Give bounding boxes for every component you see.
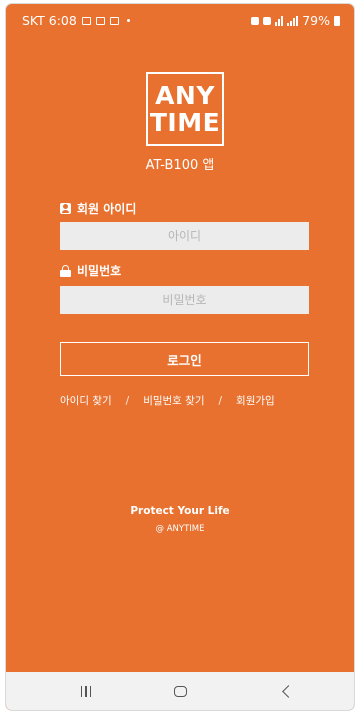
alarm-icon [251, 16, 260, 25]
person-icon [60, 203, 71, 214]
gallery-icon [81, 16, 91, 25]
mail-icon [95, 16, 105, 25]
back-button[interactable] [256, 672, 316, 710]
lock-icon [60, 265, 71, 277]
login-button[interactable]: 로그인 [60, 342, 309, 376]
status-left: SKT 6:08 [22, 13, 130, 28]
find-password-link[interactable]: 비밀번호 찾기 [143, 393, 204, 408]
more-notifications-icon [126, 19, 130, 22]
footer-brand: @ ANYTIME [155, 524, 205, 534]
signal-icon [287, 15, 299, 26]
battery-percent: 79% [302, 13, 330, 28]
id-input[interactable] [60, 222, 309, 250]
link-separator: / [125, 394, 130, 407]
signup-link[interactable]: 회원가입 [236, 393, 275, 408]
home-button[interactable] [150, 672, 210, 710]
system-nav-bar [6, 672, 354, 710]
link-separator: / [218, 394, 223, 407]
calendar-icon [109, 16, 119, 25]
wifi-icon [275, 15, 284, 26]
find-id-link[interactable]: 아이디 찾기 [60, 393, 112, 408]
app-screen: SKT 6:08 79% ANY TIME AT-B100 앱 회원 아이디 비… [6, 4, 354, 710]
home-icon [173, 685, 187, 697]
id-label-text: 회원 아이디 [77, 202, 137, 216]
password-label-text: 비밀번호 [77, 264, 122, 278]
recents-icon [80, 685, 92, 697]
status-right: 79% [251, 13, 340, 28]
logo-line2: TIME [149, 108, 221, 137]
password-input[interactable] [60, 286, 309, 314]
account-links: 아이디 찾기 / 비밀번호 찾기 / 회원가입 [60, 393, 275, 408]
carrier-time: SKT 6:08 [22, 13, 77, 28]
mute-icon [263, 16, 272, 25]
anytime-logo: ANY TIME [146, 72, 224, 146]
footer-tagline: Protect Your Life [130, 505, 230, 517]
id-field-label: 회원 아이디 [60, 200, 136, 217]
logo-line1: ANY [155, 81, 215, 110]
back-icon [281, 684, 295, 698]
app-model-label: AT-B100 앱 [145, 158, 215, 173]
recents-button[interactable] [56, 672, 116, 710]
battery-icon [334, 15, 340, 26]
status-bar: SKT 6:08 79% [6, 4, 354, 38]
password-field-label: 비밀번호 [60, 262, 121, 279]
